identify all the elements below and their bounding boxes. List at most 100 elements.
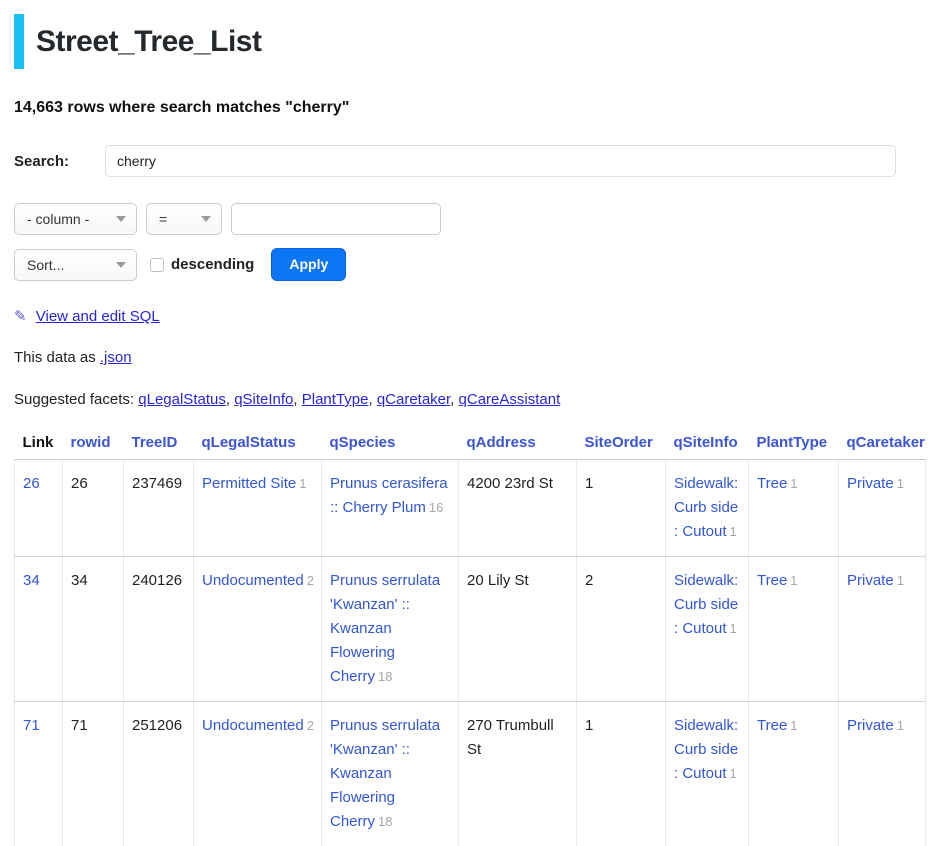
cell-plant_type: Tree1 xyxy=(749,702,839,846)
caretaker-value-link[interactable]: Private xyxy=(847,475,894,492)
legal_status-value-link[interactable]: Undocumented xyxy=(202,572,304,589)
column-select[interactable]: - column - xyxy=(14,203,137,235)
column-header-treeid: TreeID xyxy=(124,430,194,460)
operator-select[interactable]: = xyxy=(146,203,222,235)
search-row: Search: xyxy=(14,145,926,177)
site_info-count: 1 xyxy=(730,621,737,636)
plant_type-value-link[interactable]: Tree xyxy=(757,572,787,589)
species-count: 18 xyxy=(378,814,392,829)
caretaker-count: 1 xyxy=(897,573,904,588)
sort-by-qsiteinfo[interactable]: qSiteInfo xyxy=(674,434,738,451)
sort-by-qaddress[interactable]: qAddress xyxy=(467,434,536,451)
facets-prefix: Suggested facets: xyxy=(14,391,134,408)
caretaker-count: 1 xyxy=(897,718,904,733)
legal_status-count: 2 xyxy=(307,718,314,733)
caretaker-value-link[interactable]: Private xyxy=(847,717,894,734)
sort-by-siteorder[interactable]: SiteOrder xyxy=(585,434,653,451)
row-link[interactable]: 34 xyxy=(23,572,40,589)
facet-link-qsiteinfo[interactable]: qSiteInfo xyxy=(234,391,293,408)
cell-plant_type: Tree1 xyxy=(749,460,839,557)
sort-by-rowid[interactable]: rowid xyxy=(71,434,111,451)
column-header-qspecies: qSpecies xyxy=(322,430,459,460)
results-table: Link rowid TreeID qLegalStatus qSpecies … xyxy=(14,430,926,846)
cell-tree_id: 237469 xyxy=(124,460,194,557)
column-header-planttype: PlantType xyxy=(749,430,839,460)
cell-caretaker: Private1 xyxy=(839,702,926,846)
plant_type-value-link[interactable]: Tree xyxy=(757,475,787,492)
site_info-count: 1 xyxy=(730,766,737,781)
caretaker-value-link[interactable]: Private xyxy=(847,572,894,589)
chevron-down-icon xyxy=(201,216,211,222)
column-header-qcaretaker: qCaretaker xyxy=(839,430,926,460)
table-row: 7171251206Undocumented2Prunus serrulata … xyxy=(15,702,926,846)
species-count: 18 xyxy=(378,669,392,684)
sql-link-row: ✎ View and edit SQL xyxy=(14,307,926,325)
legal_status-count: 1 xyxy=(299,476,306,491)
sort-by-planttype[interactable]: PlantType xyxy=(757,434,828,451)
legal_status-value-link[interactable]: Undocumented xyxy=(202,717,304,734)
cell-site_order: 1 xyxy=(577,702,666,846)
species-count: 16 xyxy=(429,500,443,515)
row-link[interactable]: 71 xyxy=(23,717,40,734)
facet-link-qcaretaker[interactable]: qCaretaker xyxy=(377,391,450,408)
sort-select[interactable]: Sort... xyxy=(14,249,137,281)
column-header-rowid: rowid xyxy=(63,430,124,460)
cell-site_order: 1 xyxy=(577,460,666,557)
sort-by-qlegalstatus[interactable]: qLegalStatus xyxy=(202,434,296,451)
facet-link-qlegalstatus[interactable]: qLegalStatus xyxy=(138,391,226,408)
json-export-link[interactable]: .json xyxy=(100,349,132,366)
sort-select-value: Sort... xyxy=(27,257,64,273)
data-as-prefix: This data as xyxy=(14,349,96,366)
cell-tree_id: 251206 xyxy=(124,702,194,846)
cell-caretaker: Private1 xyxy=(839,557,926,702)
column-header-qaddress: qAddress xyxy=(459,430,577,460)
descending-checkbox[interactable] xyxy=(150,258,164,272)
sort-by-qspecies[interactable]: qSpecies xyxy=(330,434,396,451)
sort-row: Sort... descending Apply xyxy=(14,248,926,281)
cell-species: Prunus serrulata 'Kwanzan' :: Kwanzan Fl… xyxy=(322,557,459,702)
site_info-count: 1 xyxy=(730,524,737,539)
legal_status-value-link[interactable]: Permitted Site xyxy=(202,475,296,492)
plant_type-value-link[interactable]: Tree xyxy=(757,717,787,734)
apply-button[interactable]: Apply xyxy=(271,248,346,281)
search-input[interactable] xyxy=(105,145,896,177)
cell-site_info: Sidewalk: Curb side : Cutout1 xyxy=(666,460,749,557)
legal_status-count: 2 xyxy=(307,573,314,588)
column-header-link: Link xyxy=(15,430,63,460)
filter-row: - column - = xyxy=(14,203,926,235)
sort-by-treeid[interactable]: TreeID xyxy=(132,434,178,451)
cell-link: 34 xyxy=(15,557,63,702)
cell-rowid: 34 xyxy=(63,557,124,702)
operator-select-value: = xyxy=(159,211,167,227)
plant_type-count: 1 xyxy=(790,573,797,588)
cell-legal_status: Undocumented2 xyxy=(194,702,322,846)
cell-legal_status: Permitted Site1 xyxy=(194,460,322,557)
facet-links: qLegalStatus, qSiteInfo, PlantType, qCar… xyxy=(138,391,560,408)
row-link[interactable]: 26 xyxy=(23,475,40,492)
filter-value-input[interactable] xyxy=(231,203,441,235)
row-count-summary: 14,663 rows where search matches "cherry… xyxy=(14,99,926,117)
facet-link-planttype[interactable]: PlantType xyxy=(302,391,369,408)
page-title: Street_Tree_List xyxy=(14,14,926,69)
cell-legal_status: Undocumented2 xyxy=(194,557,322,702)
plant_type-count: 1 xyxy=(790,476,797,491)
facet-link-qcareassistant[interactable]: qCareAssistant xyxy=(459,391,561,408)
cell-caretaker: Private1 xyxy=(839,460,926,557)
descending-label: descending xyxy=(171,256,254,273)
cell-address: 20 Lily St xyxy=(459,557,577,702)
chevron-down-icon xyxy=(116,262,126,268)
site_info-value-link[interactable]: Sidewalk: Curb side : Cutout xyxy=(674,475,738,540)
sort-by-qcaretaker[interactable]: qCaretaker xyxy=(847,434,925,451)
cell-tree_id: 240126 xyxy=(124,557,194,702)
cell-address: 4200 23rd St xyxy=(459,460,577,557)
cell-species: Prunus cerasifera :: Cherry Plum16 xyxy=(322,460,459,557)
view-edit-sql-link[interactable]: View and edit SQL xyxy=(36,308,160,325)
column-header-siteorder: SiteOrder xyxy=(577,430,666,460)
table-header-row: Link rowid TreeID qLegalStatus qSpecies … xyxy=(15,430,926,460)
site_info-value-link[interactable]: Sidewalk: Curb side : Cutout xyxy=(674,572,738,637)
cell-site_info: Sidewalk: Curb side : Cutout1 xyxy=(666,702,749,846)
column-select-value: - column - xyxy=(27,211,89,227)
table-body: 2626237469Permitted Site1Prunus cerasife… xyxy=(15,460,926,846)
site_info-value-link[interactable]: Sidewalk: Curb side : Cutout xyxy=(674,717,738,782)
cell-site_order: 2 xyxy=(577,557,666,702)
